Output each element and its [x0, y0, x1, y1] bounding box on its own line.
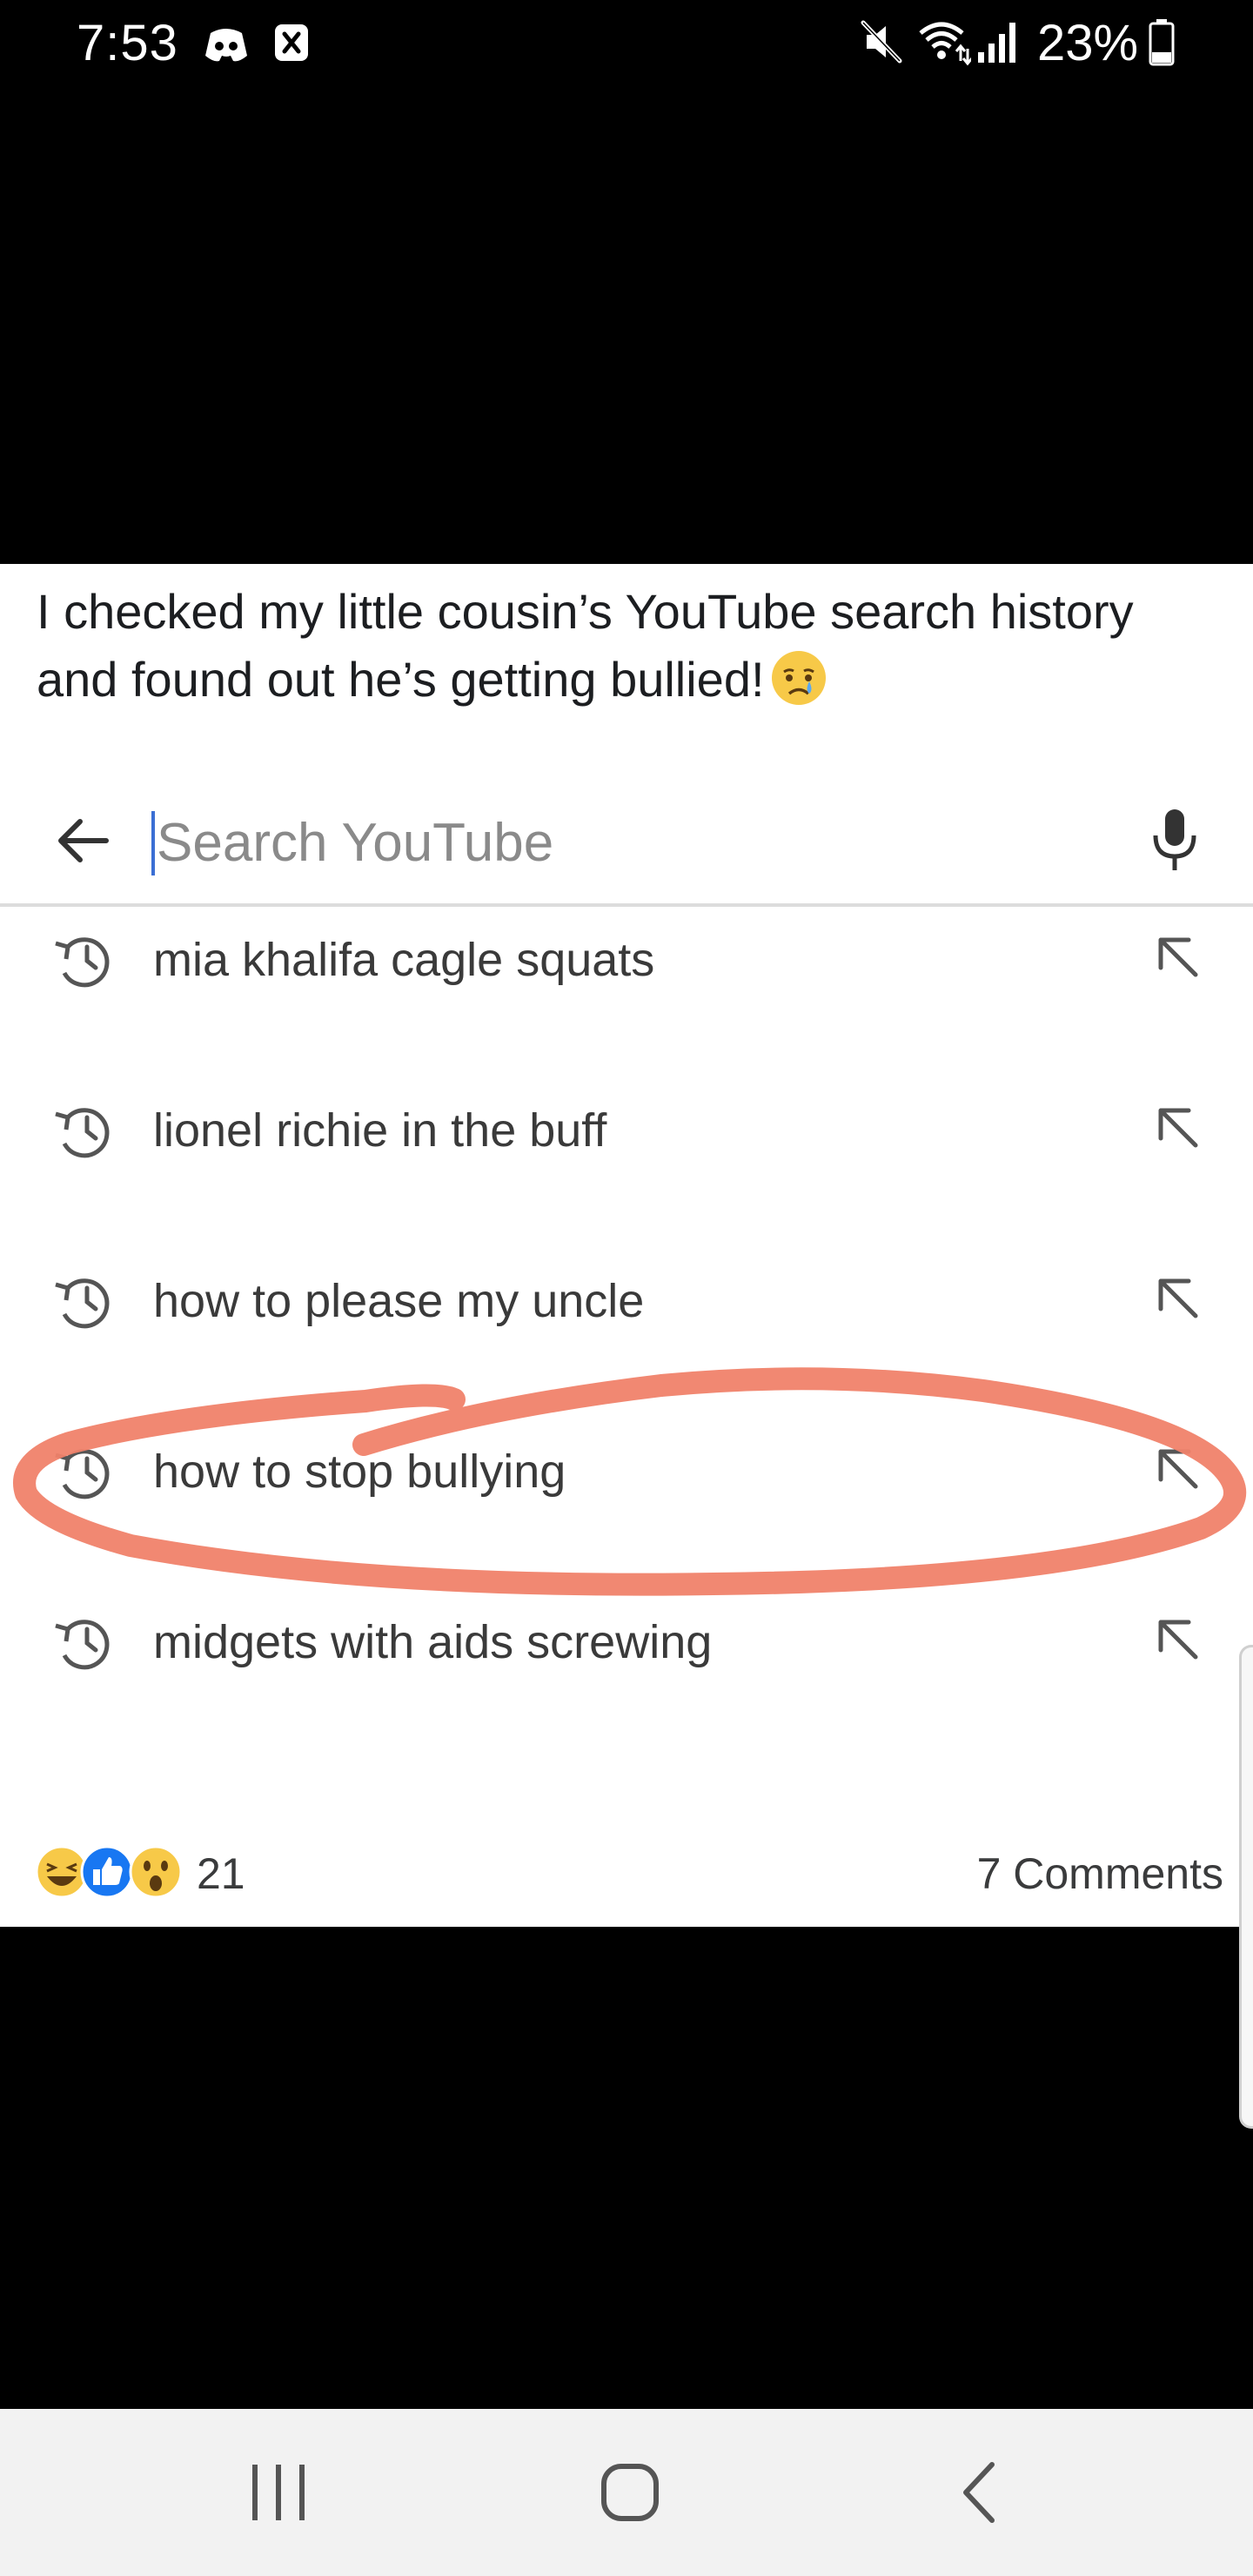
navigation-bar [0, 2409, 1253, 2576]
status-time: 7:53 [77, 15, 178, 71]
signal-icon [978, 23, 1015, 63]
back-button[interactable] [938, 2449, 1025, 2536]
wifi-icon [919, 22, 971, 66]
notification-x-icon [275, 24, 308, 61]
post-card: I checked my little cousin’s YouTube sea… [0, 564, 1253, 1927]
history-item[interactable]: midgets with aids screwing [0, 1577, 1253, 1707]
recents-button[interactable] [235, 2449, 322, 2536]
microphone-icon[interactable] [1150, 806, 1199, 874]
history-item[interactable]: how to stop bullying [0, 1406, 1253, 1537]
back-arrow-icon[interactable] [56, 815, 111, 867]
post-caption: I checked my little cousin’s YouTube sea… [37, 578, 1150, 714]
history-item-label: midgets with aids screwing [153, 1616, 713, 1668]
youtube-search-bar [0, 773, 1253, 907]
discord-icon [205, 29, 247, 62]
fill-query-arrow-icon[interactable] [1154, 933, 1203, 982]
status-bar: 7:53 23% [0, 0, 1253, 87]
search-input[interactable] [157, 808, 1027, 877]
history-item[interactable]: lionel richie in the buff [0, 1065, 1253, 1196]
scroll-indicator[interactable] [1239, 1645, 1253, 2129]
history-clock-icon [49, 1098, 118, 1163]
history-item[interactable]: how to please my uncle [0, 1236, 1253, 1366]
history-clock-icon [49, 928, 118, 992]
reaction-count[interactable]: 21 [197, 1847, 245, 1901]
mute-icon [861, 20, 902, 64]
history-item-label: how to stop bullying [153, 1446, 566, 1498]
text-cursor [151, 811, 155, 875]
fill-query-arrow-icon[interactable] [1154, 1104, 1203, 1152]
home-button[interactable] [586, 2449, 673, 2536]
fill-query-arrow-icon[interactable] [1154, 1274, 1203, 1323]
history-clock-icon [49, 1439, 118, 1504]
history-item-label: how to please my uncle [153, 1275, 645, 1327]
wow-icon[interactable] [129, 1845, 183, 1899]
history-item-label: lionel richie in the buff [153, 1104, 607, 1157]
battery-percent: 23% [1037, 15, 1139, 71]
history-clock-icon [49, 1269, 118, 1333]
reactions-bar: 21 7 Comments [0, 1835, 1253, 1922]
history-item[interactable]: mia khalifa cagle squats [0, 895, 1253, 1025]
history-item-label: mia khalifa cagle squats [153, 934, 655, 986]
post-caption-text: I checked my little cousin’s YouTube sea… [37, 584, 1134, 707]
comments-count[interactable]: 7 Comments [977, 1847, 1223, 1901]
fill-query-arrow-icon[interactable] [1154, 1615, 1203, 1664]
phone-screen: 7:53 23% I checked my little cousin’s Yo… [0, 0, 1253, 2576]
history-clock-icon [49, 1610, 118, 1674]
like-icon[interactable] [80, 1845, 134, 1899]
fill-query-arrow-icon[interactable] [1154, 1445, 1203, 1493]
crying-face-emoji [771, 651, 826, 705]
battery-icon [1149, 19, 1175, 66]
